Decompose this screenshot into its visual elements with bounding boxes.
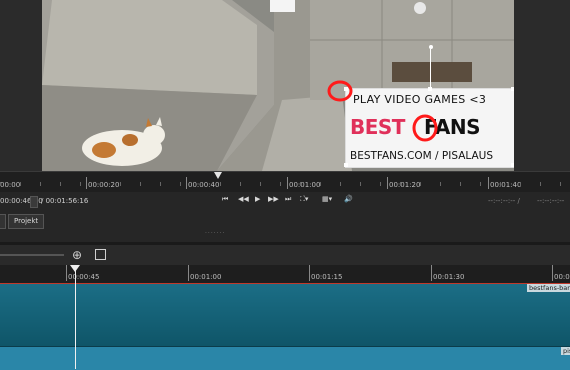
ruler-tick-label: 00:01:00 (286, 177, 321, 189)
grid-icon[interactable]: ▦▾ (322, 195, 332, 203)
ruler-tick-label: 00:01:20 (386, 177, 421, 189)
rotate-handle[interactable] (429, 45, 433, 49)
ruler-minor-tick (20, 182, 21, 186)
ruler-minor-tick (200, 182, 201, 186)
ruler-minor-tick (400, 182, 401, 186)
skip-start-icon[interactable]: ⏮ (222, 195, 228, 204)
resize-handle[interactable] (344, 163, 348, 167)
resize-handle[interactable] (344, 87, 348, 91)
skip-end-icon[interactable]: ⏭ (285, 195, 291, 204)
volume-icon[interactable]: 🔊 (344, 195, 353, 203)
ruler-tick-label: 00:00:40 (185, 177, 220, 189)
ruler-tick-label: 00:00 (0, 181, 21, 189)
clip-label: bestfans-ban (527, 284, 570, 292)
ruler-minor-tick (460, 182, 461, 186)
tab-project[interactable]: Projekt (8, 214, 45, 229)
ruler-minor-tick (560, 182, 561, 186)
ruler-minor-tick (180, 182, 181, 186)
video-track-clip[interactable] (0, 346, 570, 370)
ruler-minor-tick (280, 182, 281, 186)
timeline-playhead-line (75, 266, 76, 369)
ruler-minor-tick (60, 182, 61, 186)
ruler-minor-tick (220, 182, 221, 186)
rotate-handle-line (430, 49, 431, 89)
panel-grip[interactable]: ······· (205, 230, 225, 237)
rewind-icon[interactable]: ◀◀ (238, 195, 249, 203)
ruler-minor-tick (300, 182, 301, 186)
ruler-minor-tick (240, 182, 241, 186)
text-overlay[interactable]: PLAY VIDEO GAMES <3 BEST FANS BESTFANS.C… (327, 45, 514, 168)
resize-handle[interactable] (511, 87, 514, 91)
ruler-tick-label: 00:01:00 (187, 265, 222, 281)
ruler-minor-tick (440, 182, 441, 186)
panel-tabs (0, 210, 570, 242)
video-preview: PLAY VIDEO GAMES <3 BEST FANS BESTFANS.C… (0, 0, 570, 171)
zoom-slider[interactable] (0, 254, 64, 256)
annotation-circle (327, 80, 353, 102)
ruler-tick-label: 00:0 (552, 265, 570, 281)
ruler-minor-tick (320, 182, 321, 186)
total-duration: / 00:01:56:16 (41, 197, 89, 205)
overlay-tagline: PLAY VIDEO GAMES <3 (353, 93, 487, 106)
video-track-clip[interactable] (0, 284, 570, 346)
ruler-minor-tick (0, 182, 1, 186)
play-icon[interactable]: ▶ (255, 195, 260, 203)
preview-playhead[interactable] (214, 172, 222, 179)
overlay-brand-part1: BEST (350, 115, 405, 139)
ruler-minor-tick (500, 182, 501, 186)
fast-forward-icon[interactable]: ▶▶ (268, 195, 279, 203)
zoom-in-icon[interactable]: ⊕ (72, 248, 82, 262)
ruler-minor-tick (260, 182, 261, 186)
timecode-spinner[interactable] (30, 196, 38, 208)
clip-label: pis (561, 347, 570, 355)
ruler-minor-tick (160, 182, 161, 186)
preview-ruler[interactable]: 00:00 00:00:20 00:00:40 00:01:00 00:01:2… (0, 171, 570, 192)
ruler-minor-tick (340, 182, 341, 186)
crop-icon[interactable]: ⛶▾ (300, 195, 308, 204)
ruler-minor-tick (480, 182, 481, 186)
timeline-toolbar (0, 245, 570, 265)
ruler-tick-label: 00:00:45 (65, 265, 100, 281)
zoom-fit-icon[interactable] (95, 249, 106, 260)
ruler-tick-label: 00:01:15 (308, 265, 343, 281)
in-point-timecode: --:--:--:-- / (488, 197, 520, 205)
ruler-minor-tick (380, 182, 381, 186)
ruler-minor-tick (40, 182, 41, 186)
resize-handle[interactable] (511, 163, 514, 167)
video-frame: PLAY VIDEO GAMES <3 BEST FANS BESTFANS.C… (42, 0, 514, 171)
ruler-tick-label: 00:01:40 (487, 177, 522, 189)
ruler-minor-tick (520, 182, 521, 186)
timeline-ruler[interactable]: 00:00:45 00:01:00 00:01:15 00:01:30 00:0 (0, 265, 570, 284)
overlay-url: BESTFANS.COM / PISALAUS (350, 150, 493, 162)
ruler-minor-tick (140, 182, 141, 186)
tab-hidden[interactable] (0, 214, 6, 229)
ruler-tick-label: 00:01:30 (430, 265, 465, 281)
ruler-minor-tick (80, 182, 81, 186)
ruler-minor-tick (360, 182, 361, 186)
ruler-minor-tick (120, 182, 121, 186)
ruler-minor-tick (100, 182, 101, 186)
ruler-minor-tick (540, 182, 541, 186)
ruler-minor-tick (420, 182, 421, 186)
out-point-timecode: --:--:--:-- (537, 197, 565, 205)
annotation-circle (412, 114, 438, 142)
ruler-tick-label: 00:00:20 (85, 177, 120, 189)
